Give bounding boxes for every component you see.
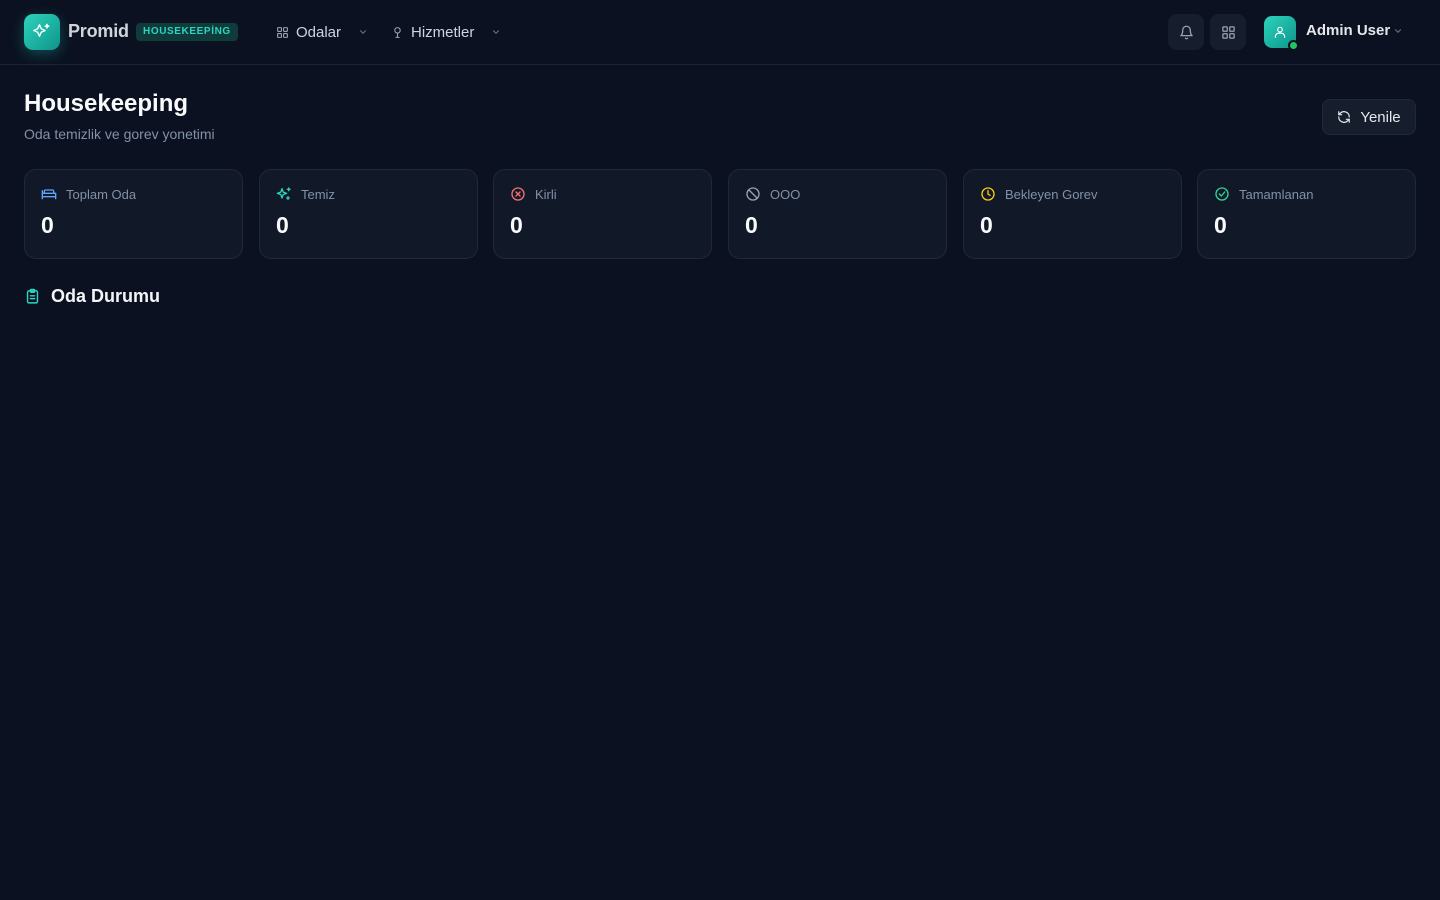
nav-odalar[interactable]: Odalar [276,20,368,44]
sparkles-icon [33,23,50,37]
stat-label: Temiz [301,186,335,202]
module-badge: HOUSEKEEPİNG [136,23,238,41]
online-status-dot [1288,40,1299,51]
user-menu-toggle[interactable] [1393,26,1403,36]
x-circle-icon [511,187,525,201]
nav-hizmetler[interactable]: Hizmetler [391,20,501,44]
top-bar: Promid HOUSEKEEPİNG Odalar Hizmetler Adm… [0,0,1440,65]
stat-value: 0 [745,212,758,238]
ban-icon [746,187,760,201]
refresh-button[interactable]: Yenile [1322,99,1416,135]
stat-label: OOO [770,186,801,202]
stat-card-kirli: Kirli 0 [493,169,712,259]
clock-icon [981,187,995,201]
stat-value: 0 [276,212,289,238]
check-circle-icon [1215,187,1229,201]
stat-value: 0 [510,212,523,238]
service-icon [394,26,401,38]
stat-value: 0 [1214,212,1227,238]
stat-label: Kirli [535,186,557,202]
nav-label: Hizmetler [411,23,475,41]
user-name[interactable]: Admin User [1306,22,1390,39]
avatar[interactable] [1264,16,1299,51]
brand-name: Promid [68,21,129,41]
user-icon [1274,26,1286,38]
grid-icon [1221,25,1235,39]
section-title: Oda Durumu [51,286,161,306]
stat-value: 0 [41,212,54,238]
page-title: Housekeeping [24,90,189,117]
bed-icon [41,189,57,200]
sparkles-icon [276,187,291,200]
stat-label: Tamamlanan [1239,186,1314,202]
stat-label: Bekleyen Gorev [1005,186,1098,202]
logo[interactable] [24,14,60,50]
refresh-icon [1338,111,1351,123]
chevron-down-icon [360,30,367,34]
stat-card-toplam-oda: Toplam Oda 0 [24,169,243,259]
chevron-down-icon [1394,29,1402,33]
stat-card-ooo: OOO 0 [728,169,947,259]
stat-card-bekleyen-gorev: Bekleyen Gorev 0 [963,169,1182,259]
chevron-down-icon [493,30,500,34]
stat-card-tamamlanan: Tamamlanan 0 [1197,169,1416,259]
clipboard-icon [26,288,39,304]
bell-icon [1179,25,1193,39]
notifications-button[interactable] [1168,14,1204,50]
page-subtitle: Oda temizlik ve gorev yonetimi [24,126,215,142]
section-oda-durumu: Oda Durumu [24,286,160,307]
stat-card-temiz: Temiz 0 [259,169,478,259]
stat-value: 0 [980,212,993,238]
grid-icon [277,26,288,38]
refresh-label: Yenile [1360,108,1401,126]
stat-label: Toplam Oda [66,186,137,202]
nav-label: Odalar [296,23,342,41]
apps-button[interactable] [1210,14,1246,50]
